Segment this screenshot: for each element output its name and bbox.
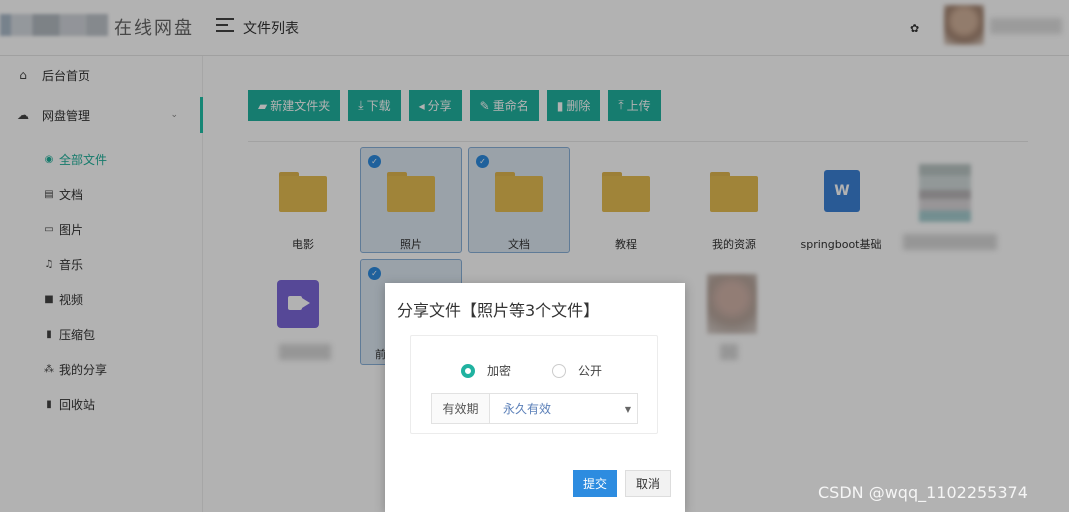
validity-select: 有效期 永久有效 ▼ <box>431 393 638 424</box>
radio-indicator <box>552 363 566 378</box>
submit-button[interactable]: 提交 <box>573 470 618 497</box>
radio-encrypted[interactable]: 加密 <box>461 362 511 379</box>
validity-label: 有效期 <box>432 394 490 423</box>
caret-down-icon: ▼ <box>624 405 631 414</box>
share-options-panel: 加密 公开 有效期 永久有效 ▼ <box>410 335 658 434</box>
share-dialog: 分享文件【照片等3个文件】 加密 公开 有效期 永久有效 ▼ 提交 取消 <box>385 283 685 512</box>
watermark: CSDN @wqq_1102255374 <box>818 483 1028 502</box>
validity-dropdown[interactable]: 永久有效 ▼ <box>490 394 637 423</box>
validity-value: 永久有效 <box>503 402 552 416</box>
dialog-title: 分享文件【照片等3个文件】 <box>397 301 600 320</box>
cancel-button[interactable]: 取消 <box>625 470 672 497</box>
radio-label: 加密 <box>487 364 512 378</box>
radio-indicator <box>461 363 475 378</box>
radio-label: 公开 <box>578 364 603 378</box>
radio-public[interactable]: 公开 <box>552 362 602 379</box>
